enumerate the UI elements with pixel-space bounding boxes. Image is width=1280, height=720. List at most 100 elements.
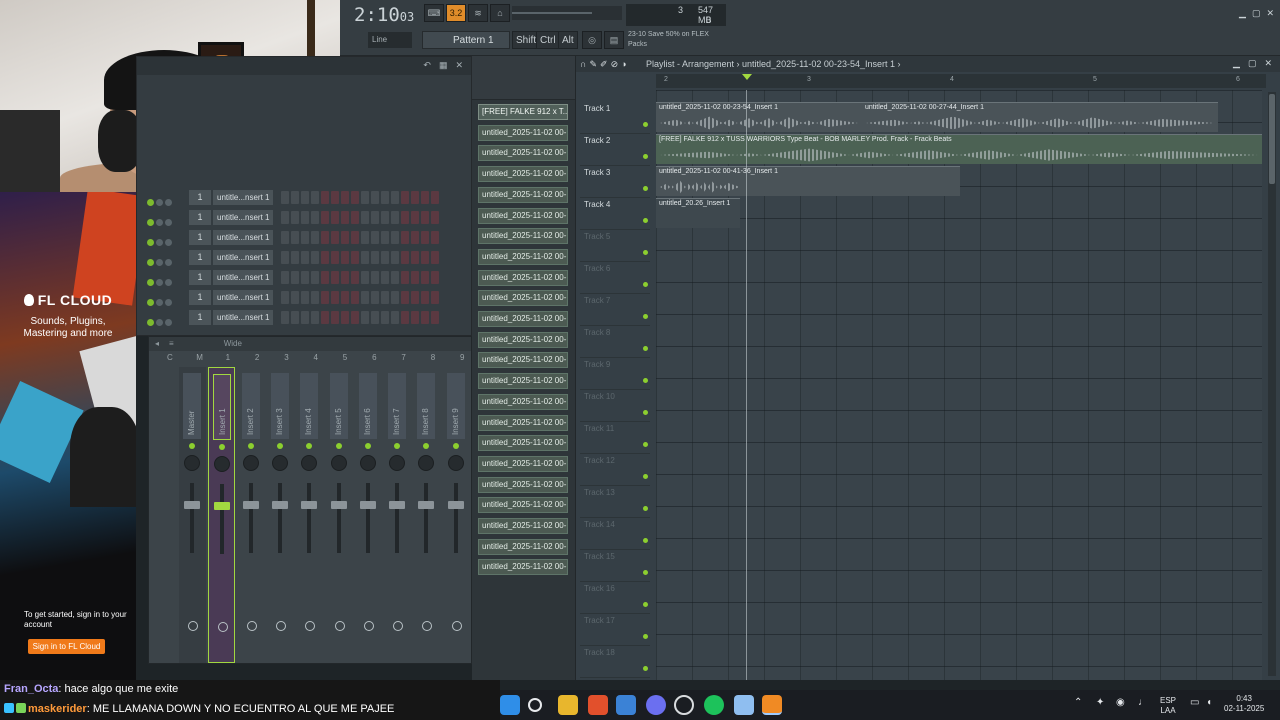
track-mute-led[interactable]: [643, 666, 648, 671]
track-header[interactable]: Track 11: [580, 422, 650, 454]
browser-item[interactable]: untitled_2025-11-02 00-...: [478, 290, 568, 307]
fader-handle[interactable]: [359, 501, 376, 509]
step-button[interactable]: [291, 231, 299, 244]
channel-row[interactable]: 1 untitle...nsert 1: [145, 309, 469, 326]
step-button[interactable]: [321, 271, 329, 284]
browser-item[interactable]: untitled_2025-11-02 00-...: [478, 373, 568, 390]
audio-clip[interactable]: untitled_2025-11-02 00-41-36_Insert 1: [656, 166, 960, 196]
browser-item[interactable]: untitled_2025-11-02 00-...: [478, 207, 568, 224]
fl-cloud-signin-button[interactable]: Sign in to FL Cloud: [28, 639, 105, 654]
browser-item[interactable]: [FREE] FALKE 912 x T...: [478, 104, 568, 120]
step-button[interactable]: [281, 231, 289, 244]
browser-item[interactable]: untitled_2025-11-02 00-...: [478, 248, 568, 265]
step-button[interactable]: [361, 291, 369, 304]
audio-clip[interactable]: untitled_2025-11-02 00-23-54_Insert 1: [656, 102, 862, 132]
mixer-track-label[interactable]: Insert 5: [329, 373, 348, 439]
pan-knob[interactable]: [184, 455, 200, 471]
track-header[interactable]: Track 7: [580, 294, 650, 326]
step-sequencer[interactable]: [281, 231, 439, 244]
fader-handle[interactable]: [242, 501, 259, 509]
step-button[interactable]: [331, 231, 339, 244]
track-enable-led[interactable]: [335, 443, 342, 449]
step-button[interactable]: [431, 311, 439, 324]
step-button[interactable]: [311, 191, 319, 204]
track-header[interactable]: Track 4: [580, 198, 650, 230]
step-button[interactable]: [361, 211, 369, 224]
track-header[interactable]: Track 8: [580, 326, 650, 358]
step-button[interactable]: [431, 191, 439, 204]
send-knob[interactable]: [218, 622, 229, 632]
track-mute-led[interactable]: [643, 378, 648, 383]
channel-mute-icon[interactable]: [147, 193, 177, 206]
track-header[interactable]: Track 13: [580, 486, 650, 518]
track-header[interactable]: Track 10: [580, 390, 650, 422]
step-button[interactable]: [381, 191, 389, 204]
channel-name-button[interactable]: untitle...nsert 1: [213, 250, 273, 265]
volume-fader[interactable]: [453, 483, 458, 553]
step-button[interactable]: [351, 251, 359, 264]
step-button[interactable]: [411, 311, 419, 324]
route-arrow-icon[interactable]: [453, 663, 461, 664]
volume-fader[interactable]: [365, 483, 370, 553]
track-mute-led[interactable]: [643, 442, 648, 447]
browser-item[interactable]: untitled_2025-11-02 00-...: [478, 166, 568, 183]
step-button[interactable]: [391, 271, 399, 284]
step-button[interactable]: [351, 311, 359, 324]
step-button[interactable]: [321, 251, 329, 264]
step-button[interactable]: [281, 191, 289, 204]
step-button[interactable]: [351, 231, 359, 244]
language-indicator[interactable]: ESP LAA: [1160, 696, 1176, 716]
browser-item[interactable]: untitled_2025-11-02 00-...: [478, 145, 568, 162]
step-button[interactable]: [371, 231, 379, 244]
channel-row[interactable]: 1 untitle...nsert 1: [145, 249, 469, 266]
channel-mute-icon[interactable]: [147, 213, 177, 226]
mixer-track-label[interactable]: Insert 3: [270, 373, 289, 439]
track-mute-led[interactable]: [643, 154, 648, 159]
browser-item[interactable]: untitled_2025-11-02 00-...: [478, 518, 568, 534]
send-knob[interactable]: [188, 621, 198, 631]
step-button[interactable]: [311, 311, 319, 324]
step-button[interactable]: [311, 251, 319, 264]
step-button[interactable]: [371, 191, 379, 204]
mixer-track[interactable]: Insert 4: [296, 367, 323, 663]
mixer-track[interactable]: Insert 1: [208, 367, 236, 663]
fader-handle[interactable]: [214, 502, 231, 510]
step-button[interactable]: [401, 291, 409, 304]
pencil-icon[interactable]: ✎: [589, 59, 600, 69]
step-button[interactable]: [341, 231, 349, 244]
step-button[interactable]: [321, 211, 329, 224]
route-arrow-icon[interactable]: [189, 663, 197, 664]
mixer-track-label[interactable]: Insert 7: [388, 373, 407, 439]
browser-item[interactable]: untitled_2025-11-02 00-...: [478, 124, 568, 141]
step-button[interactable]: [281, 291, 289, 304]
track-mute-led[interactable]: [643, 538, 648, 543]
step-button[interactable]: [281, 251, 289, 264]
step-button[interactable]: [421, 231, 429, 244]
mixer-stereo-width[interactable]: Wide: [224, 339, 242, 349]
step-button[interactable]: [301, 291, 309, 304]
step-button[interactable]: [351, 211, 359, 224]
channel-rack-menu-icon[interactable]: ↶: [423, 60, 431, 72]
route-arrow-icon[interactable]: [365, 663, 373, 664]
volume-fader[interactable]: [220, 484, 225, 554]
pan-knob[interactable]: [389, 455, 406, 471]
step-button[interactable]: [351, 291, 359, 304]
audio-clip[interactable]: untitled_2025-11-02 00-27-44_Insert 1: [862, 102, 1218, 132]
mixer-track-label[interactable]: Insert 9: [446, 373, 465, 439]
mixer-track-label[interactable]: Master: [183, 373, 201, 439]
step-button[interactable]: [311, 291, 319, 304]
step-button[interactable]: [401, 231, 409, 244]
step-button[interactable]: [331, 191, 339, 204]
route-arrow-icon[interactable]: [336, 663, 344, 664]
close-icon[interactable]: ✕: [1266, 8, 1274, 19]
step-button[interactable]: [311, 271, 319, 284]
step-button[interactable]: [301, 231, 309, 244]
channel-mixer-route[interactable]: 1: [189, 250, 211, 265]
track-header[interactable]: Track 6: [580, 262, 650, 294]
mixer-track[interactable]: Insert 2: [238, 367, 265, 663]
file-explorer-icon[interactable]: [558, 695, 578, 715]
step-button[interactable]: [401, 271, 409, 284]
master-volume-slider[interactable]: [512, 6, 622, 20]
track-mute-led[interactable]: [643, 282, 648, 287]
fader-handle[interactable]: [330, 501, 347, 509]
